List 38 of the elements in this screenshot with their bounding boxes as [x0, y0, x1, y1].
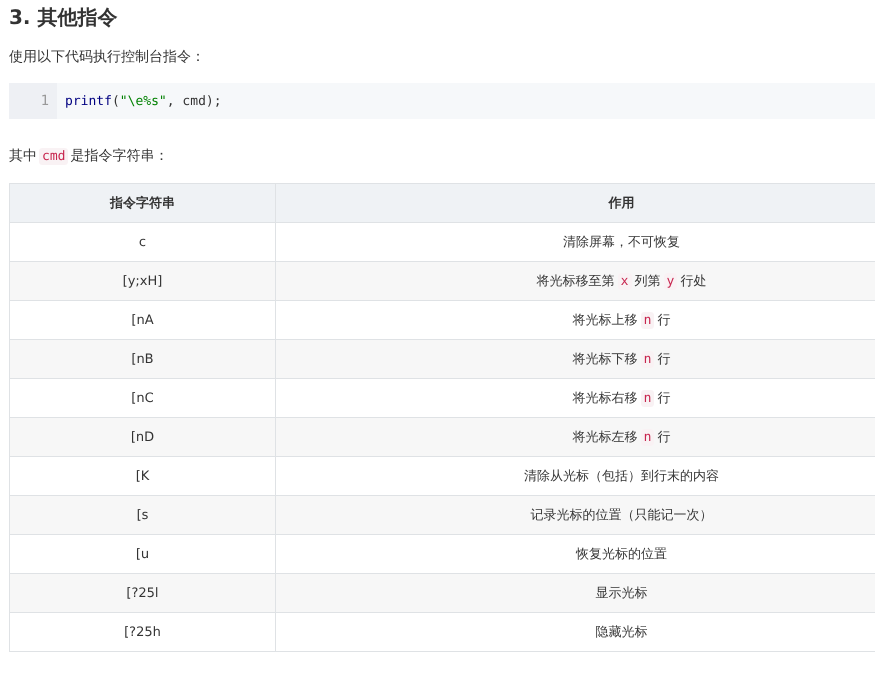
- cell-text: 行处: [680, 274, 706, 289]
- cell-text: 将光标右移: [572, 391, 638, 406]
- cell-text: 将光标移至第: [536, 274, 615, 289]
- table-cell: [s: [10, 496, 276, 534]
- table-cell: [?25l: [10, 574, 276, 612]
- paragraph: 使用以下代码执行控制台指令：: [9, 48, 206, 66]
- code-line: printf("\e%s", cmd);: [64, 94, 222, 108]
- line-number: 1: [9, 83, 57, 119]
- cell-text: 清除屏幕，不可恢复: [563, 235, 680, 250]
- table-cell: [y;xH]: [10, 262, 276, 300]
- paragraph-text: 其中: [9, 147, 37, 165]
- paragraph-text: 是指令字符串：: [70, 147, 168, 165]
- cell-text: 行: [657, 313, 670, 328]
- cell-text: 清除从光标（包括）到行末的内容: [524, 469, 719, 484]
- inline-code: n: [640, 351, 654, 368]
- section-heading: 3. 其他指令: [9, 4, 118, 31]
- cell-text: 将光标下移: [572, 352, 638, 367]
- cell-text: 将光标上移: [572, 313, 638, 328]
- inline-code: x: [618, 273, 632, 290]
- inline-code: cmd: [39, 148, 68, 164]
- cell-text: 记录光标的位置（只能记一次）: [530, 508, 712, 523]
- cell-text: 行: [657, 391, 670, 406]
- table-cell: [nB: [10, 340, 276, 378]
- table-cell: [nD: [10, 418, 276, 456]
- cell-text: 恢复光标的位置: [576, 547, 667, 562]
- cell-text: 列第: [634, 274, 660, 289]
- cell-text: 将光标左移: [572, 430, 638, 445]
- cell-text: 行: [657, 352, 670, 367]
- inline-code: y: [664, 273, 678, 290]
- inline-code: n: [640, 429, 654, 446]
- cell-text: 显示光标: [596, 586, 648, 601]
- column-header: 作用: [276, 184, 875, 222]
- inline-code: n: [640, 312, 654, 329]
- inline-code: n: [640, 390, 654, 407]
- column-header: 指令字符串: [10, 184, 276, 222]
- cell-text: 行: [657, 430, 670, 445]
- cell-text: 隐藏光标: [596, 625, 648, 640]
- table-cell: [?25h: [10, 612, 276, 652]
